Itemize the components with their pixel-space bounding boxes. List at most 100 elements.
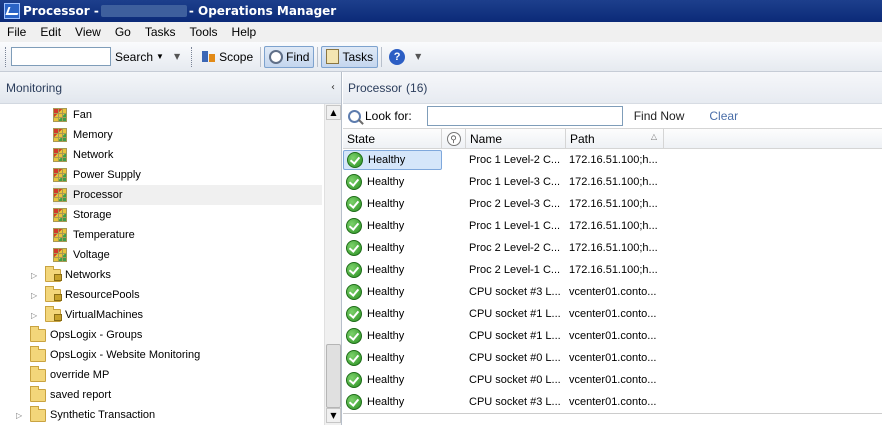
table-row[interactable]: Healthy CPU socket #1 L... vcenter01.conto… [343,325,882,347]
column-header-state[interactable]: State [343,129,442,148]
path-cell[interactable]: vcenter01.conto... [566,352,664,364]
state-cell[interactable]: Healthy [343,260,442,280]
tree-item-voltage[interactable]: Voltage [53,245,110,265]
state-cell[interactable]: Healthy [343,326,442,346]
state-cell[interactable]: Healthy [343,150,442,170]
tree-item-temperature[interactable]: Temperature [53,225,135,245]
path-cell[interactable]: 172.16.51.100;h... [566,264,664,276]
expand-arrow-icon[interactable]: ▷ [16,411,24,420]
path-cell[interactable]: 172.16.51.100;h... [566,198,664,210]
help-button[interactable]: ? [385,46,409,68]
state-cell[interactable]: Healthy [343,216,442,236]
column-label: State [347,131,376,146]
clear-button[interactable]: Clear [709,109,738,123]
state-cell[interactable]: Healthy [343,304,442,324]
name-cell[interactable]: Proc 1 Level-2 C... [466,154,566,166]
state-cell[interactable]: Healthy [343,348,442,368]
tree-item-opslogix-website-monitoring[interactable]: OpsLogix - Website Monitoring [30,345,200,365]
path-cell[interactable]: 172.16.51.100;h... [566,154,664,166]
menu-go[interactable]: Go [108,25,138,39]
find-now-button[interactable]: Find Now [634,109,685,123]
tree-item-resourcepools[interactable]: ▷ ResourcePools [31,285,140,305]
path-cell[interactable]: vcenter01.conto... [566,396,664,408]
tree-item-label: Processor [73,189,123,201]
table-row[interactable]: Healthy Proc 2 Level-3 C... 172.16.51.100;… [343,193,882,215]
scope-button[interactable]: Scope [197,46,257,68]
column-header-maintenance[interactable]: ⚲ [442,129,466,148]
state-cell[interactable]: Healthy [343,370,442,390]
table-row[interactable]: Healthy Proc 2 Level-1 C... 172.16.51.100;… [343,259,882,281]
name-cell[interactable]: Proc 1 Level-1 C... [466,220,566,232]
tree-item-saved-report[interactable]: saved report [30,385,111,405]
search-dropdown-button[interactable]: Search ▼ [111,46,168,68]
toolbar-grip-2[interactable] [191,46,194,67]
name-cell[interactable]: Proc 2 Level-1 C... [466,264,566,276]
table-row[interactable]: Healthy Proc 2 Level-2 C... 172.16.51.100;… [343,237,882,259]
tree-item-virtualmachines[interactable]: ▷ VirtualMachines [31,305,143,325]
column-header-name[interactable]: Name [466,129,566,148]
name-cell[interactable]: CPU socket #1 L... [466,330,566,342]
table-row[interactable]: Healthy Proc 1 Level-1 C... 172.16.51.100;… [343,215,882,237]
scrollbar-thumb[interactable] [326,344,341,408]
name-cell[interactable]: CPU socket #0 L... [466,374,566,386]
tree-item-network[interactable]: Network [53,145,113,165]
path-cell[interactable]: 172.16.51.100;h... [566,176,664,188]
state-cell[interactable]: Healthy [343,282,442,302]
tree-item-opslogix-groups[interactable]: OpsLogix - Groups [30,325,142,345]
expand-arrow-icon[interactable]: ▷ [31,291,39,300]
column-header-path[interactable]: Path △ [566,129,664,148]
name-cell[interactable]: CPU socket #0 L... [466,352,566,364]
toolbar-overflow-icon[interactable]: ▼ [415,52,421,61]
tree-item-storage[interactable]: Storage [53,205,112,225]
state-cell[interactable]: Healthy [343,172,442,192]
path-cell[interactable]: vcenter01.conto... [566,308,664,320]
find-button[interactable]: Find [264,45,315,68]
name-cell[interactable]: CPU socket #3 L... [466,396,566,408]
tasks-button[interactable]: Tasks [321,45,379,68]
name-cell[interactable]: Proc 2 Level-2 C... [466,242,566,254]
path-cell[interactable]: vcenter01.conto... [566,286,664,298]
menu-edit[interactable]: Edit [33,25,68,39]
tree-item-processor[interactable]: Processor [53,185,322,205]
tree-item-networks[interactable]: ▷ Networks [31,265,111,285]
menu-tools[interactable]: Tools [183,25,225,39]
name-cell[interactable]: CPU socket #3 L... [466,286,566,298]
toolbar-grip[interactable] [5,46,8,67]
table-row[interactable]: Healthy Proc 1 Level-3 C... 172.16.51.100;… [343,171,882,193]
tree-item-override-mp[interactable]: override MP [30,365,109,385]
expand-arrow-icon[interactable]: ▷ [31,271,39,280]
tree-item-memory[interactable]: Memory [53,125,113,145]
tree-item-synthetic-transaction[interactable]: ▷ Synthetic Transaction [16,405,155,425]
expand-arrow-icon[interactable]: ▷ [31,311,39,320]
table-row[interactable]: Healthy CPU socket #3 L... vcenter01.conto… [343,281,882,303]
path-cell[interactable]: 172.16.51.100;h... [566,242,664,254]
toolbar-overflow-icon[interactable]: ▼ [174,52,180,61]
state-cell[interactable]: Healthy [343,392,442,412]
path-cell[interactable]: 172.16.51.100;h... [566,220,664,232]
state-cell[interactable]: Healthy [343,238,442,258]
toolbar-search-input[interactable] [11,47,111,66]
path-cell[interactable]: vcenter01.conto... [566,374,664,386]
table-row[interactable]: Healthy CPU socket #1 L... vcenter01.conto… [343,303,882,325]
menu-help[interactable]: Help [225,25,264,39]
table-row[interactable]: Healthy CPU socket #0 L... vcenter01.conto… [343,347,882,369]
scroll-down-icon[interactable]: ▼ [326,408,341,423]
table-row[interactable]: Healthy CPU socket #0 L... vcenter01.conto… [343,369,882,391]
name-cell[interactable]: CPU socket #1 L... [466,308,566,320]
menu-tasks[interactable]: Tasks [138,25,183,39]
menu-file[interactable]: File [0,25,33,39]
table-row[interactable]: Healthy Proc 1 Level-2 C... 172.16.51.100;… [343,149,882,171]
state-cell[interactable]: Healthy [343,194,442,214]
name-cell[interactable]: Proc 2 Level-3 C... [466,198,566,210]
detail-pane-splitter[interactable] [343,413,882,425]
tree-item-fan[interactable]: Fan [53,105,92,125]
tree-scrollbar[interactable]: ▲ ▼ [324,104,341,425]
menu-view[interactable]: View [68,25,108,39]
table-row[interactable]: Healthy CPU socket #3 L... vcenter01.conto… [343,391,882,413]
path-cell[interactable]: vcenter01.conto... [566,330,664,342]
scroll-up-icon[interactable]: ▲ [326,105,341,120]
name-cell[interactable]: Proc 1 Level-3 C... [466,176,566,188]
tree-item-power-supply[interactable]: Power Supply [53,165,141,185]
look-for-input[interactable] [426,106,623,126]
collapse-pane-icon[interactable]: ‹ [331,82,335,93]
